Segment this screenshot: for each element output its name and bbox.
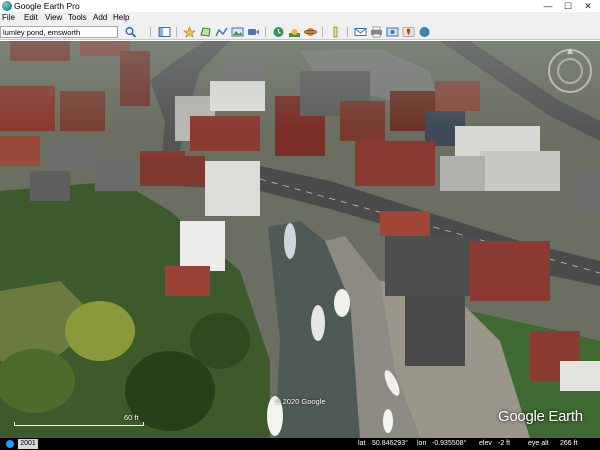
menu-edit[interactable]: Edit [24, 12, 38, 24]
toolbar-separator [347, 27, 348, 37]
elev-label: elev [479, 440, 492, 447]
email-icon [354, 28, 367, 36]
eye-alt-value: 266 ft [560, 440, 578, 447]
google-earth-app-icon [2, 1, 12, 11]
add-placemark-icon [183, 26, 196, 38]
sunlight-button[interactable] [288, 26, 301, 38]
add-polygon-button[interactable] [199, 26, 212, 38]
title-bar: Google Earth Pro — ☐ ✕ [0, 0, 600, 12]
navigation-compass-control[interactable] [546, 47, 594, 95]
toolbar-separator [150, 27, 151, 37]
google-earth-logo: Google Earth [498, 408, 583, 425]
planets-button[interactable] [304, 26, 317, 38]
toolbar-separator [265, 27, 266, 37]
ruler-button[interactable] [329, 26, 342, 38]
window-title: Google Earth Pro [14, 1, 80, 11]
minimize-button[interactable]: — [538, 0, 558, 12]
earth-gallery-button[interactable] [418, 26, 431, 38]
menu-edit-label: Edit [24, 13, 38, 22]
eye-alt-label: eye alt [528, 440, 549, 447]
sidebar-toggle-icon [158, 27, 171, 37]
menu-file-label: File [2, 13, 15, 22]
record-tour-button[interactable] [247, 26, 260, 38]
google-maps-button[interactable] [402, 26, 415, 38]
lon-label: lon [417, 440, 427, 447]
menu-help[interactable]: Help [113, 12, 129, 24]
menu-view[interactable]: View [45, 12, 62, 24]
lon-value: -0.935508° [432, 440, 467, 447]
elev-value: -2 ft [498, 440, 511, 447]
add-path-icon [215, 27, 228, 37]
print-icon [371, 26, 382, 38]
navigation-compass-icon [548, 48, 592, 93]
add-polygon-icon [200, 27, 211, 37]
menu-help-label: Help [113, 13, 130, 22]
sunlight-icon [289, 29, 300, 37]
sidebar-toggle-button[interactable] [158, 26, 171, 38]
menu-tools-label: Tools [68, 13, 87, 22]
imagery-year: 2001 [18, 439, 38, 449]
search-icon [125, 27, 137, 38]
maximize-button[interactable]: ☐ [558, 0, 578, 12]
map-viewport[interactable]: © 2020 Google Google Earth 60 ft [0, 41, 600, 438]
scale-legend-bar [14, 422, 144, 426]
earth-gallery-icon [419, 27, 430, 37]
search-button[interactable] [124, 26, 137, 38]
menu-file[interactable]: File [2, 12, 15, 24]
lat-label: lat [358, 440, 366, 447]
add-image-overlay-button[interactable] [231, 26, 244, 38]
imagery-copyright: © 2020 Google [275, 397, 326, 406]
historical-imagery-icon [273, 27, 284, 37]
search-input[interactable] [0, 26, 118, 38]
historical-imagery-button[interactable] [272, 26, 285, 38]
add-image-overlay-icon [231, 27, 244, 37]
save-image-icon [386, 27, 399, 37]
add-path-button[interactable] [215, 26, 228, 38]
email-button[interactable] [354, 26, 367, 38]
aerial-imagery [0, 41, 600, 438]
planets-icon [304, 28, 317, 36]
toolbar-separator [322, 27, 323, 37]
add-placemark-button[interactable] [183, 26, 196, 38]
record-tour-icon [248, 29, 259, 35]
google-maps-icon [402, 27, 415, 37]
save-image-button[interactable] [386, 26, 399, 38]
menu-add-label: Add [93, 13, 108, 22]
menu-view-label: View [45, 13, 63, 22]
menu-tools[interactable]: Tools [68, 12, 87, 24]
print-button[interactable] [370, 26, 383, 38]
lat-value: 50.846293° [372, 440, 408, 447]
historical-imagery-clock-icon[interactable] [6, 440, 14, 448]
close-button[interactable]: ✕ [578, 0, 598, 12]
menu-bar: File Edit View Tools Add Help [0, 12, 600, 24]
scale-legend-label: 60 ft [124, 413, 139, 422]
menu-add[interactable]: Add [93, 12, 107, 24]
ruler-icon [333, 26, 338, 38]
toolbar-separator [176, 27, 177, 37]
toolbar [0, 24, 600, 40]
status-bar: 2001 lat 50.846293° lon -0.935508° elev … [0, 438, 600, 450]
